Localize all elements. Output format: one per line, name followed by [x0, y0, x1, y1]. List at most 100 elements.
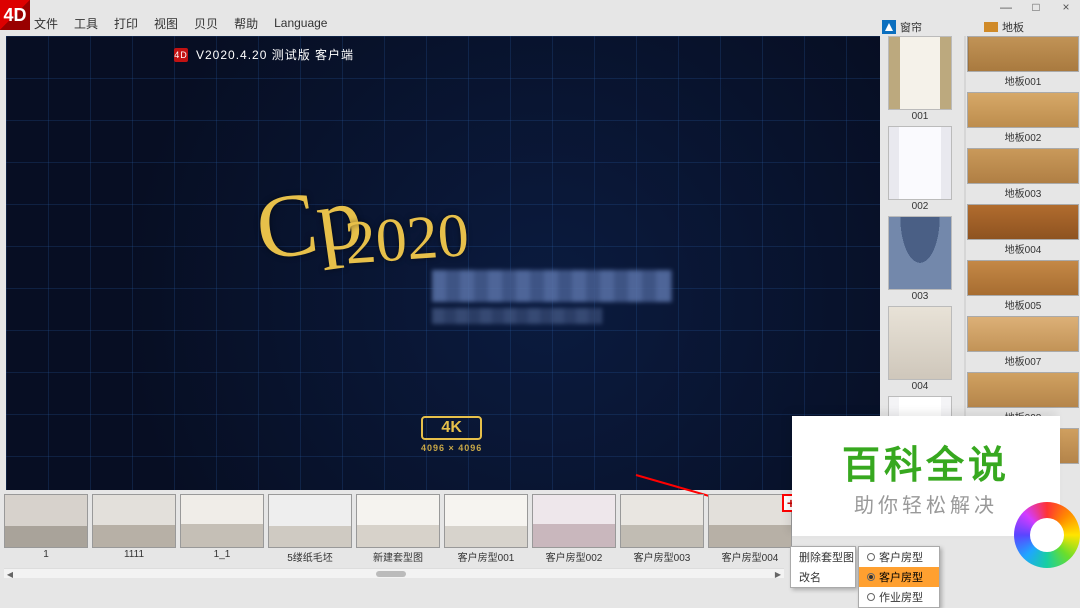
floor-thumb: [967, 36, 1079, 72]
room-thumb[interactable]: 客户房型004: [708, 494, 792, 564]
ctx-delete-layout[interactable]: 删除套型图: [791, 547, 855, 567]
floor-label: 地板005: [1005, 296, 1042, 313]
room-type-popup: 客户房型 客户房型 作业房型: [858, 546, 940, 608]
floor-thumb: [967, 316, 1079, 352]
floor-label: 地板001: [1005, 72, 1042, 89]
room-image: [708, 494, 792, 548]
room-label: 1111: [124, 548, 144, 560]
menu-help[interactable]: 帮助: [234, 15, 258, 32]
censored-splash-1: [432, 270, 672, 302]
curtain-label: 002: [912, 200, 929, 214]
close-button[interactable]: ×: [1058, 0, 1074, 14]
floor-item[interactable]: 地板004: [966, 204, 1080, 260]
menu-print[interactable]: 打印: [114, 15, 138, 32]
curtain-item[interactable]: 003: [882, 216, 958, 304]
floor-item[interactable]: 地板007: [966, 316, 1080, 372]
floor-item[interactable]: 地板001: [966, 36, 1080, 92]
room-label: 客户房型001: [458, 548, 515, 564]
context-menu: 删除套型图 改名: [790, 546, 856, 588]
menu-language[interactable]: Language: [274, 16, 327, 30]
room-thumb[interactable]: 客户房型003: [620, 494, 704, 564]
floor-thumb: [967, 148, 1079, 184]
version-tag: 4D V2020.4.20 测试版 客户端: [174, 46, 354, 63]
splash-logo: Cp2020: [253, 168, 518, 259]
room-label: 1: [43, 548, 49, 560]
horizontal-scrollbar[interactable]: ◀ ▶: [4, 568, 784, 578]
color-wheel[interactable]: [1014, 502, 1080, 568]
menu-view[interactable]: 视图: [154, 15, 178, 32]
curtain-label: 001: [912, 110, 929, 124]
room-label: 5缕纸毛坯: [287, 548, 333, 564]
curtain-label: 003: [912, 290, 929, 304]
curtain-thumb: [888, 306, 952, 380]
floor-thumb: [967, 372, 1079, 408]
curtain-thumb: [888, 36, 952, 110]
main-canvas[interactable]: 4D V2020.4.20 测试版 客户端 Cp2020 4K 4096 × 4…: [6, 36, 880, 490]
floor-item[interactable]: 地板005: [966, 260, 1080, 316]
floor-label: 地板002: [1005, 128, 1042, 145]
room-label: 客户房型002: [546, 548, 603, 564]
roomtype-option-2[interactable]: 客户房型: [859, 567, 939, 587]
title-bar: — □ ×: [0, 0, 1080, 14]
radio-icon: [867, 593, 875, 601]
menu-file[interactable]: 文件: [34, 15, 58, 32]
roomtype-option-3[interactable]: 作业房型: [859, 587, 939, 607]
restore-button[interactable]: □: [1028, 0, 1044, 14]
app-logo: 4D: [0, 0, 30, 30]
room-image: [444, 494, 528, 548]
badge-4k-text: 4K: [421, 416, 482, 440]
room-image: [268, 494, 352, 548]
room-thumb[interactable]: 客户房型002: [532, 494, 616, 564]
radio-icon: [867, 573, 875, 581]
floor-thumb: [967, 92, 1079, 128]
ctx-rename[interactable]: 改名: [791, 567, 855, 587]
floor-label: 地板007: [1005, 352, 1042, 369]
room-thumb[interactable]: 1_1: [180, 494, 264, 560]
curtain-item[interactable]: 002: [882, 126, 958, 214]
room-image: [180, 494, 264, 548]
floor-item[interactable]: 地板003: [966, 148, 1080, 204]
floor-label: 地板003: [1005, 184, 1042, 201]
room-image: [620, 494, 704, 548]
menu-beibei[interactable]: 贝贝: [194, 15, 218, 32]
floor-title: 地板: [1002, 19, 1024, 35]
floor-thumb: [967, 204, 1079, 240]
version-logo-icon: 4D: [174, 48, 188, 62]
floor-item[interactable]: 地板002: [966, 92, 1080, 148]
room-thumb[interactable]: 1111: [92, 494, 176, 560]
curtain-panel-header[interactable]: 窗帘: [882, 20, 962, 34]
room-thumb[interactable]: 客户房型001: [444, 494, 528, 564]
room-image: [4, 494, 88, 548]
room-thumb[interactable]: 5缕纸毛坯: [268, 494, 352, 564]
floor-panel-header[interactable]: 地板: [984, 20, 1064, 34]
badge-4k-res: 4096 × 4096: [421, 443, 482, 453]
menu-bar: 文件 工具 打印 视图 贝贝 帮助 Language: [34, 14, 327, 32]
floor-icon: [984, 22, 998, 32]
roomtype-label: 客户房型: [879, 549, 923, 565]
curtain-thumb: [888, 126, 952, 200]
room-label: 1_1: [214, 548, 231, 560]
watermark-title: 百科全说: [842, 434, 1010, 489]
room-thumb[interactable]: 新建套型图: [356, 494, 440, 564]
floor-thumb: [967, 260, 1079, 296]
roomtype-label: 作业房型: [879, 589, 923, 605]
room-label: 新建套型图: [373, 548, 423, 564]
curtain-label: 004: [912, 380, 929, 394]
room-label: 客户房型004: [722, 548, 779, 564]
curtain-item[interactable]: 004: [882, 306, 958, 394]
room-image: [532, 494, 616, 548]
room-thumb[interactable]: 1: [4, 494, 88, 560]
radio-icon: [867, 553, 875, 561]
censored-splash-2: [432, 308, 602, 324]
room-image: [356, 494, 440, 548]
curtain-title: 窗帘: [900, 19, 922, 35]
curtain-thumb: [888, 216, 952, 290]
scroll-thumb[interactable]: [376, 571, 406, 577]
minimize-button[interactable]: —: [998, 0, 1014, 14]
menu-tools[interactable]: 工具: [74, 15, 98, 32]
roomtype-option-1[interactable]: 客户房型: [859, 547, 939, 567]
room-image: [92, 494, 176, 548]
badge-4k: 4K 4096 × 4096: [421, 416, 482, 453]
version-text: V2020.4.20 测试版 客户端: [196, 46, 354, 63]
curtain-item[interactable]: 001: [882, 36, 958, 124]
